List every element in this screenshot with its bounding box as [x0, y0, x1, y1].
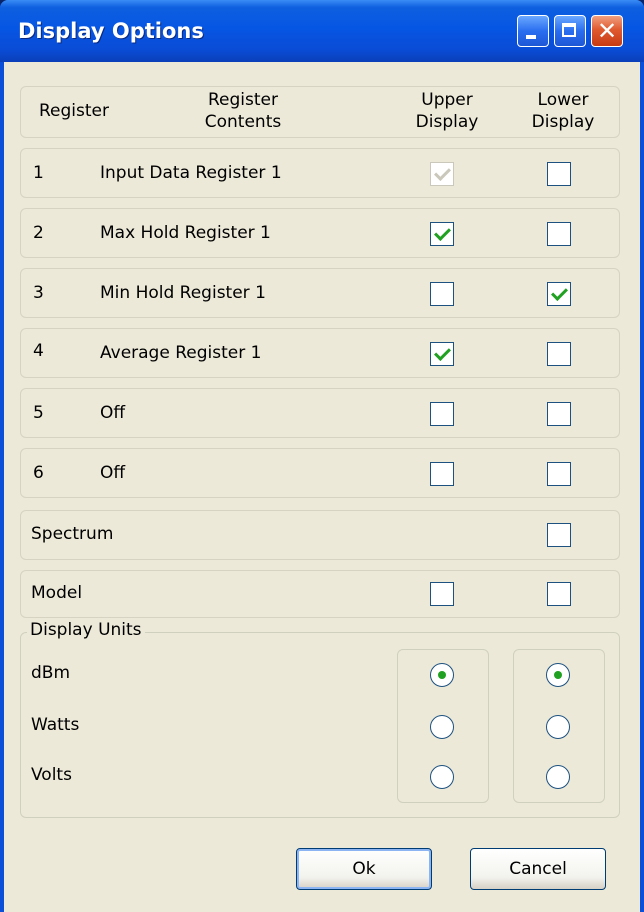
unit-label-watts: Watts: [31, 715, 80, 735]
header-lower-display: Lower Display: [523, 89, 603, 133]
register-number: 3: [33, 283, 44, 303]
register-contents: Min Hold Register 1: [100, 283, 266, 303]
header-lower-line1: Lower: [537, 90, 589, 110]
minimize-icon: [526, 35, 536, 39]
lower-display-checkbox[interactable]: [547, 222, 571, 246]
register-row: 4 Average Register 1: [20, 328, 620, 378]
model-row: Model: [20, 570, 620, 618]
unit-label-dbm: dBm: [31, 663, 71, 683]
lower-units-radio-group: [513, 649, 605, 803]
spectrum-row: Spectrum: [20, 510, 620, 560]
column-header-panel: Register Register Contents Upper Display…: [20, 86, 620, 138]
lower-watts-radio[interactable]: [546, 715, 570, 739]
header-register-contents: Register Contents: [193, 89, 293, 133]
header-register: Register: [39, 101, 109, 121]
upper-display-checkbox[interactable]: [430, 162, 454, 186]
spectrum-lower-checkbox[interactable]: [547, 523, 571, 547]
header-contents-line2: Contents: [204, 112, 282, 132]
model-upper-checkbox[interactable]: [430, 582, 454, 606]
upper-display-checkbox[interactable]: [430, 342, 454, 366]
register-number: 2: [33, 223, 44, 243]
lower-display-checkbox[interactable]: [547, 162, 571, 186]
upper-display-checkbox[interactable]: [430, 282, 454, 306]
header-lower-line2: Display: [531, 112, 595, 132]
register-contents: Max Hold Register 1: [100, 223, 271, 243]
header-contents-line1: Register: [208, 90, 278, 110]
lower-display-checkbox[interactable]: [547, 282, 571, 306]
register-number: 1: [33, 163, 44, 183]
register-number: 4: [33, 341, 44, 361]
upper-display-checkbox[interactable]: [430, 222, 454, 246]
display-units-group: Display Units dBm Watts Volts: [20, 620, 620, 818]
unit-label-volts: Volts: [31, 765, 72, 785]
upper-watts-radio[interactable]: [430, 715, 454, 739]
model-label: Model: [31, 583, 83, 603]
window-title: Display Options: [18, 19, 204, 43]
register-row: 3 Min Hold Register 1: [20, 268, 620, 318]
upper-display-checkbox[interactable]: [430, 462, 454, 486]
lower-display-checkbox[interactable]: [547, 402, 571, 426]
upper-dbm-radio[interactable]: [430, 663, 454, 687]
register-contents: Off: [100, 463, 126, 483]
close-button[interactable]: ✕: [591, 15, 623, 47]
lower-display-checkbox[interactable]: [547, 342, 571, 366]
dialog-client-area: Register Register Contents Upper Display…: [4, 62, 640, 912]
maximize-button[interactable]: [554, 15, 586, 47]
register-row: 2 Max Hold Register 1: [20, 208, 620, 258]
title-bar[interactable]: Display Options ✕: [0, 0, 644, 62]
header-upper-line2: Display: [415, 112, 479, 132]
register-number: 6: [33, 463, 44, 483]
register-contents: Input Data Register 1: [100, 163, 282, 183]
cancel-button[interactable]: Cancel: [470, 848, 606, 890]
spectrum-label: Spectrum: [31, 524, 114, 544]
display-options-window: Display Options ✕ Register Register Cont…: [0, 0, 644, 912]
register-row: 1 Input Data Register 1: [20, 148, 620, 198]
minimize-button[interactable]: [517, 15, 549, 47]
maximize-icon: [562, 23, 576, 37]
register-contents: Average Register 1: [100, 343, 262, 363]
register-number: 5: [33, 403, 44, 423]
register-contents: Off: [100, 403, 126, 423]
close-icon: ✕: [596, 17, 618, 45]
upper-volts-radio[interactable]: [430, 765, 454, 789]
upper-display-checkbox[interactable]: [430, 402, 454, 426]
header-upper-line1: Upper: [421, 90, 473, 110]
lower-volts-radio[interactable]: [546, 765, 570, 789]
lower-dbm-radio[interactable]: [546, 663, 570, 687]
register-row: 5 Off: [20, 388, 620, 438]
ok-button[interactable]: Ok: [296, 848, 432, 890]
model-lower-checkbox[interactable]: [547, 582, 571, 606]
upper-units-radio-group: [397, 649, 489, 803]
register-row: 6 Off: [20, 448, 620, 498]
lower-display-checkbox[interactable]: [547, 462, 571, 486]
header-upper-display: Upper Display: [407, 89, 487, 133]
window-frame-right: [640, 62, 644, 912]
display-units-legend: Display Units: [27, 620, 145, 640]
